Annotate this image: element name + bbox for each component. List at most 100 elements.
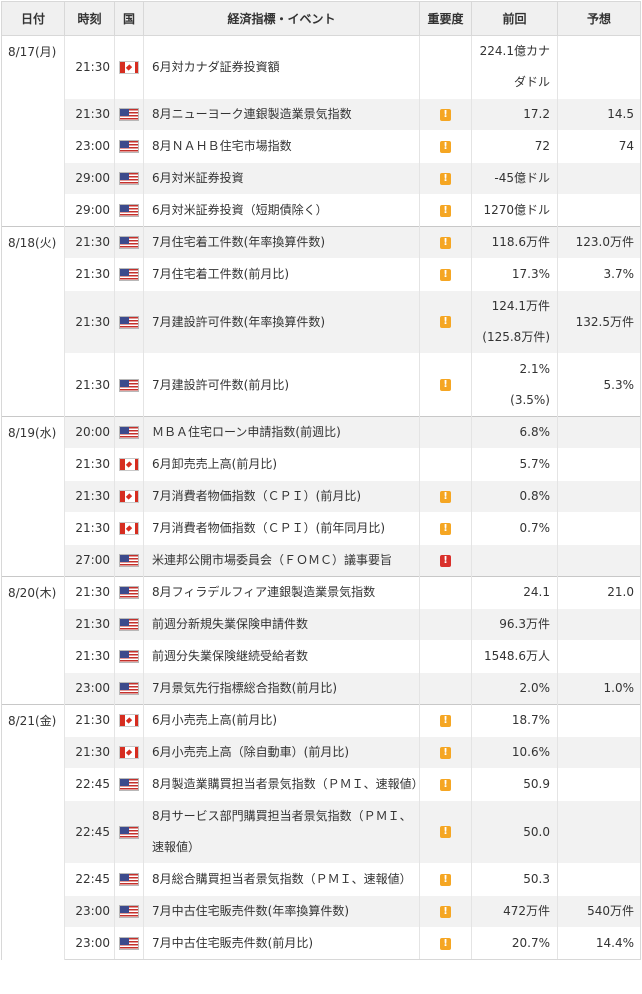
importance-alert-icon: ! (440, 937, 451, 950)
canada-flag-icon (119, 458, 139, 471)
previous-value: 50.0 (471, 800, 558, 864)
importance-cell (419, 576, 472, 609)
forecast-value (557, 194, 641, 227)
time-cell: 21:30 (64, 640, 115, 673)
table-row: 27:00 米連邦公開市場委員会（ＦＯＭＣ）議事要旨! (2, 544, 641, 577)
previous-value: 124.1万件 (125.8万件) (471, 290, 558, 354)
forecast-value (557, 608, 641, 641)
time-cell: 23:00 (64, 130, 115, 163)
time-cell: 29:00 (64, 162, 115, 195)
importance-alert-icon: ! (440, 873, 451, 886)
importance-cell: ! (419, 290, 472, 354)
table-row: 23:00 8月ＮＡＨＢ住宅市場指数! 72 74 (2, 130, 641, 163)
forecast-value (557, 416, 641, 449)
country-cell (114, 927, 144, 960)
event-name: 8月ニューヨーク連銀製造業景気指数 (143, 98, 420, 131)
importance-cell: ! (419, 863, 472, 896)
importance-alert-icon: ! (440, 268, 451, 281)
us-flag-icon (119, 172, 139, 185)
previous-value-line: 2.1% (519, 362, 551, 376)
time-cell: 20:00 (64, 416, 115, 449)
importance-cell: ! (419, 353, 472, 417)
importance-alert-icon: ! (440, 204, 451, 217)
importance-cell (419, 448, 472, 481)
forecast-value: 123.0万件 (557, 226, 641, 259)
event-name: 8月製造業購買担当者景気指数（ＰＭＩ、速報値） (143, 768, 424, 801)
forecast-value: 14.4% (557, 927, 641, 960)
previous-value: 6.8% (471, 416, 558, 449)
date-cell: 8/21(金) (1, 704, 65, 960)
event-name: 6月小売売上高(前月比) (143, 704, 420, 737)
time-cell: 21:30 (64, 258, 115, 291)
forecast-value: 540万件 (557, 895, 641, 928)
event-name: 7月消費者物価指数（ＣＰＩ）(前月比) (143, 480, 420, 513)
canada-flag-icon (119, 522, 139, 535)
event-name: 6月対米証券投資（短期債除く） (143, 194, 420, 227)
importance-cell: ! (419, 512, 472, 545)
time-cell: 21:30 (64, 353, 115, 417)
table-row: 21:30 6月卸売売上高(前月比) 5.7% (2, 448, 641, 481)
country-cell (114, 448, 144, 481)
us-flag-icon (119, 618, 139, 631)
us-flag-icon (119, 873, 139, 886)
us-flag-icon (119, 426, 139, 439)
importance-cell (419, 35, 472, 99)
previous-value: 96.3万件 (471, 608, 558, 641)
time-cell: 21:30 (64, 226, 115, 259)
previous-value: 472万件 (471, 895, 558, 928)
time-cell: 21:30 (64, 290, 115, 354)
importance-alert-icon: ! (440, 140, 451, 153)
us-flag-icon (119, 905, 139, 918)
table-row: 29:00 6月対米証券投資! -45億ドル (2, 162, 641, 195)
header-importance: 重要度 (419, 1, 472, 36)
previous-value: 50.9 (471, 768, 558, 801)
us-flag-icon (119, 236, 139, 249)
header-country: 国 (114, 1, 144, 36)
date-cell: 8/18(火) (1, 226, 65, 417)
time-cell: 22:45 (64, 768, 115, 801)
importance-alert-icon: ! (440, 826, 451, 838)
canada-flag-icon (119, 490, 139, 503)
time-cell: 21:30 (64, 736, 115, 769)
time-cell: 23:00 (64, 672, 115, 705)
country-cell (114, 512, 144, 545)
importance-cell: ! (419, 194, 472, 227)
importance-alert-icon: ! (440, 379, 451, 391)
us-flag-icon (119, 268, 139, 281)
importance-cell (419, 640, 472, 673)
table-row: 22:45 8月製造業購買担当者景気指数（ＰＭＩ、速報値）! 50.9 (2, 768, 641, 801)
previous-value: -45億ドル (471, 162, 558, 195)
time-cell: 21:30 (64, 35, 115, 99)
event-name: 7月消費者物価指数（ＣＰＩ）(前年同月比) (143, 512, 420, 545)
event-name: ＭＢＡ住宅ローン申請指数(前週比) (143, 416, 420, 449)
header-forecast: 予想 (557, 1, 641, 36)
previous-value: 0.7% (471, 512, 558, 545)
header-time: 時刻 (64, 1, 115, 36)
forecast-value: 1.0% (557, 672, 641, 705)
country-cell (114, 672, 144, 705)
previous-value: 1548.6万人 (471, 640, 558, 673)
event-name: 7月中古住宅販売件数(年率換算件数) (143, 895, 420, 928)
us-flag-icon (119, 586, 139, 599)
forecast-value (557, 640, 641, 673)
importance-cell: ! (419, 162, 472, 195)
importance-alert-icon: ! (440, 490, 451, 503)
importance-alert-icon: ! (440, 778, 451, 791)
forecast-value (557, 512, 641, 545)
time-cell: 23:00 (64, 927, 115, 960)
table-row: 8/17(月) 21:30 6月対カナダ証券投資額 224.1億カナダドル (1, 35, 641, 227)
header-date: 日付 (1, 1, 65, 36)
previous-value: 18.7% (471, 704, 558, 737)
us-flag-icon (119, 778, 139, 791)
event-name: 7月建設許可件数(前月比) (143, 353, 420, 417)
forecast-value (557, 736, 641, 769)
event-name: 8月ＮＡＨＢ住宅市場指数 (143, 130, 420, 163)
table-row: 21:30 7月住宅着工件数(前月比)! 17.3% 3.7% (2, 258, 641, 291)
country-cell (114, 290, 144, 354)
previous-value-line: 124.1万件 (491, 299, 550, 313)
previous-revised-value: (125.8万件) (482, 330, 550, 344)
event-name: 米連邦公開市場委員会（ＦＯＭＣ）議事要旨 (143, 544, 420, 577)
importance-cell: ! (419, 130, 472, 163)
table-row: 21:30 7月建設許可件数(年率換算件数)! 124.1万件 (125.8万件) 13… (2, 290, 641, 354)
us-flag-icon (119, 554, 139, 567)
